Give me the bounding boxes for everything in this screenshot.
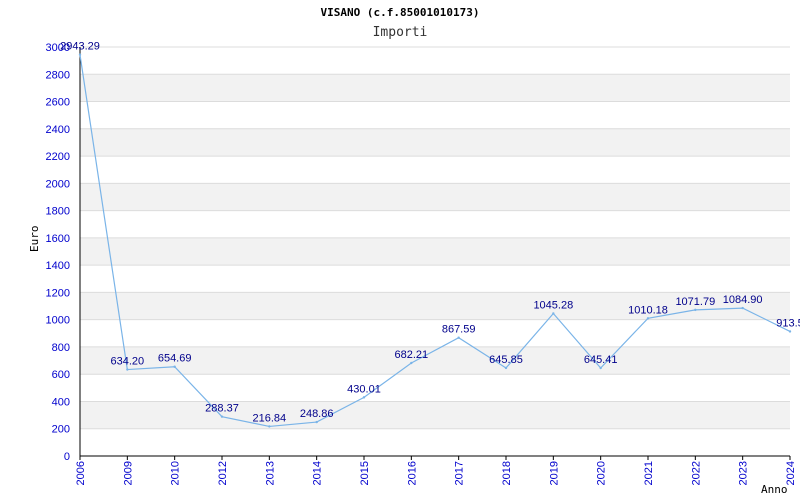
x-tick-label: 2012 bbox=[217, 461, 229, 485]
y-tick-label: 600 bbox=[52, 369, 70, 381]
data-point bbox=[552, 312, 555, 315]
grid-band bbox=[80, 74, 790, 102]
data-label: 654.69 bbox=[158, 353, 192, 365]
data-label: 682.21 bbox=[395, 349, 429, 361]
y-tick-label: 200 bbox=[52, 424, 70, 436]
x-tick-label: 2017 bbox=[454, 461, 466, 485]
x-tick-label: 2010 bbox=[170, 461, 182, 485]
data-point bbox=[694, 308, 697, 312]
data-label: 867.59 bbox=[442, 324, 476, 336]
data-point bbox=[268, 425, 271, 428]
data-point bbox=[599, 366, 602, 370]
data-point bbox=[78, 53, 82, 56]
y-tick-label: 1200 bbox=[46, 287, 70, 299]
y-tick-label: 2200 bbox=[46, 151, 70, 163]
data-point bbox=[741, 306, 744, 310]
data-label: 430.01 bbox=[347, 383, 381, 395]
y-tick-label: 2400 bbox=[46, 124, 70, 136]
y-tick-label: 400 bbox=[52, 396, 70, 408]
x-tick-label: 2022 bbox=[690, 461, 702, 485]
y-tick-label: 0 bbox=[64, 451, 70, 463]
x-tick-label: 2014 bbox=[312, 461, 324, 485]
line-chart: 0 200 400 600 800 1000 1200 1400 1600 1800 2000 220… bbox=[46, 41, 800, 486]
grid-band bbox=[80, 128, 790, 157]
data-label: 1071.79 bbox=[675, 296, 715, 308]
data-point bbox=[220, 415, 224, 418]
y-tick-label: 1600 bbox=[46, 233, 70, 245]
data-point bbox=[504, 366, 508, 370]
data-label: 913.5 bbox=[776, 317, 800, 329]
y-tick-label: 800 bbox=[52, 342, 70, 354]
x-tick-label: 2024 bbox=[785, 461, 797, 485]
x-tick-label: 2020 bbox=[596, 461, 608, 485]
data-point bbox=[362, 396, 366, 399]
grid-band bbox=[80, 237, 790, 266]
data-point bbox=[788, 330, 792, 333]
data-point bbox=[410, 361, 413, 365]
data-label: 288.37 bbox=[205, 403, 239, 415]
data-label: 1010.18 bbox=[628, 304, 668, 316]
data-label: 2943.29 bbox=[60, 41, 100, 53]
x-tick-label: 2021 bbox=[643, 461, 655, 485]
y-tick-label: 2000 bbox=[46, 178, 70, 190]
x-tick-label: 2023 bbox=[738, 461, 750, 485]
x-tick-label: 2015 bbox=[359, 461, 371, 485]
data-label: 1084.90 bbox=[723, 294, 763, 306]
grid-band bbox=[80, 401, 790, 429]
data-label: 216.84 bbox=[253, 412, 287, 424]
y-tick-label: 1800 bbox=[46, 206, 70, 218]
data-point bbox=[457, 336, 460, 339]
data-point bbox=[315, 420, 318, 424]
x-tick-label: 2013 bbox=[264, 461, 276, 485]
grid-band bbox=[80, 183, 790, 211]
data-label: 645.85 bbox=[489, 354, 523, 366]
data-label: 645.41 bbox=[584, 354, 618, 366]
y-tick-label: 2600 bbox=[46, 97, 70, 109]
x-tick-label: 2016 bbox=[406, 461, 418, 485]
data-point bbox=[126, 368, 129, 371]
data-label: 1045.28 bbox=[533, 299, 573, 311]
x-tick-label: 2019 bbox=[548, 461, 560, 485]
x-tick-label: 2018 bbox=[501, 461, 513, 485]
data-point bbox=[646, 317, 650, 320]
y-tick-label: 1400 bbox=[46, 260, 70, 272]
y-tick-label: 2800 bbox=[46, 69, 70, 81]
data-label: 634.20 bbox=[111, 356, 145, 368]
data-label: 248.86 bbox=[300, 408, 334, 420]
data-point bbox=[173, 365, 176, 368]
x-tick-label: 2009 bbox=[122, 461, 134, 485]
x-tick-label: 2006 bbox=[75, 461, 87, 485]
y-tick-label: 1000 bbox=[46, 315, 70, 327]
